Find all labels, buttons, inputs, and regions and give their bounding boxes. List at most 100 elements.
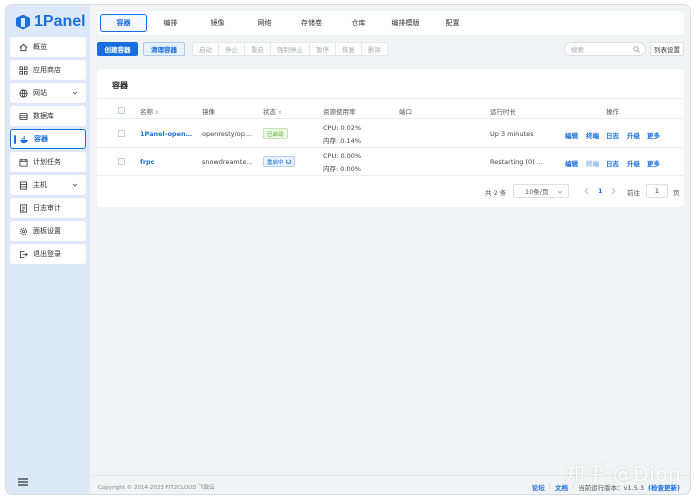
sidebar-item-settings[interactable]: 面板设置: [10, 221, 86, 241]
app-window: 1Panel 概览 应用商店 网站 数据库 容器 计划任务 主机 日志审计 面板…: [6, 5, 690, 494]
sidebar-item-logout[interactable]: 退出登录: [10, 244, 86, 264]
tab-volumes[interactable]: 存储卷: [288, 14, 335, 32]
sidebar-item-label: 计划任务: [33, 158, 61, 166]
sidebar-item-database[interactable]: 数据库: [10, 106, 86, 126]
docker-icon: [20, 135, 29, 144]
tab-repositories[interactable]: 仓库: [335, 14, 382, 32]
logo-text: 1Panel: [34, 13, 86, 30]
logs-link[interactable]: 日志: [606, 158, 619, 168]
prev-page-icon[interactable]: [583, 187, 590, 195]
container-image: openresty/ope...: [202, 130, 254, 138]
watermark: 知乎 @Dion: [565, 462, 682, 486]
tab-networks[interactable]: 网络: [241, 14, 288, 32]
logs-link[interactable]: 日志: [606, 130, 619, 140]
tab-compose[interactable]: 编排: [147, 14, 194, 32]
page-number[interactable]: 1: [598, 187, 603, 195]
total-count: 共 2 条: [485, 189, 507, 197]
upgrade-link[interactable]: 升级: [627, 158, 640, 168]
container-tabs: 容器 编排 镜像 网络 存储卷 仓库 编排模版 配置: [97, 11, 684, 35]
page-suffix: 页: [673, 189, 680, 197]
sidebar-item-appstore[interactable]: 应用商店: [10, 60, 86, 80]
row-checkbox[interactable]: [118, 158, 125, 165]
container-name-link[interactable]: 1Panel-openre...: [140, 130, 195, 138]
batch-actions-group: 启动 停止 重启 强制停止 暂停 恢复 删除: [192, 42, 388, 56]
goto-label: 前往: [627, 189, 640, 197]
sidebar-item-overview[interactable]: 概览: [10, 37, 86, 57]
header-uptime: 运行时长: [490, 108, 516, 116]
header-name[interactable]: 名称 ⇕: [140, 106, 159, 116]
edit-link[interactable]: 编辑: [565, 130, 578, 140]
next-page-icon[interactable]: [610, 187, 617, 195]
sidebar-item-label: 容器: [34, 135, 48, 143]
search-placeholder: 搜索: [571, 46, 584, 54]
cpu-usage: CPU: 0.00%: [323, 152, 362, 160]
terminal-link[interactable]: 终端: [586, 130, 599, 140]
clean-containers-button[interactable]: 清理容器: [143, 42, 185, 56]
divider: [97, 98, 684, 99]
cpu-usage: CPU: 0.02%: [323, 124, 362, 132]
sidebar-nav: 概览 应用商店 网站 数据库 容器 计划任务 主机 日志审计 面板设置 退出登录: [10, 37, 86, 267]
select-all-checkbox[interactable]: [118, 107, 125, 114]
more-link[interactable]: 更多: [647, 158, 660, 168]
tab-config[interactable]: 配置: [429, 14, 476, 32]
logo[interactable]: 1Panel: [16, 12, 86, 32]
restart-button[interactable]: 重启: [245, 42, 271, 56]
delete-button[interactable]: 删除: [362, 42, 388, 56]
goto-page-input[interactable]: 1: [646, 184, 668, 198]
calendar-icon: [19, 158, 28, 167]
stop-button[interactable]: 停止: [219, 42, 245, 56]
container-image: snowdreamtec...: [202, 158, 254, 166]
container-name-link[interactable]: frpc: [140, 158, 195, 166]
header-ops: 操作: [606, 108, 619, 116]
home-icon: [19, 43, 28, 52]
table-header: 名称 ⇕ 镜像 状态 ⇕ 资源使用率 端口 运行时长 操作: [97, 103, 684, 119]
resume-button[interactable]: 恢复: [336, 42, 362, 56]
sidebar: 1Panel 概览 应用商店 网站 数据库 容器 计划任务 主机 日志审计 面板…: [6, 5, 90, 494]
upgrade-link[interactable]: 升级: [627, 130, 640, 140]
chevron-down-icon: [72, 183, 78, 187]
server-icon: [19, 180, 28, 190]
search-icon: [633, 46, 640, 53]
sidebar-item-label: 面板设置: [33, 227, 61, 235]
column-settings-button[interactable]: 列表设置: [650, 42, 684, 56]
status-badge[interactable]: 已启动: [263, 128, 288, 139]
sidebar-item-label: 主机: [33, 181, 47, 189]
status-badge[interactable]: 重启中: [263, 156, 295, 167]
copyright: Copyright © 2014-2023 FIT2CLOUD 飞致云: [98, 485, 215, 491]
toolbar: 创建容器 清理容器 启动 停止 重启 强制停止 暂停 恢复 删除 搜索 列表设置: [97, 42, 684, 60]
header-port: 端口: [399, 108, 412, 116]
sidebar-item-container[interactable]: 容器: [10, 129, 86, 149]
start-button[interactable]: 启动: [192, 42, 219, 56]
table-row: 1Panel-openre... openresty/ope... 已启动 CP…: [97, 120, 684, 148]
chevron-down-icon: [557, 190, 563, 194]
more-link[interactable]: 更多: [647, 130, 660, 140]
header-image: 镜像: [202, 108, 215, 116]
sidebar-item-host[interactable]: 主机: [10, 175, 86, 195]
log-icon: [19, 203, 28, 213]
table-row: frpc snowdreamtec... 重启中 CPU: 0.00% 内存: …: [97, 148, 684, 176]
terminal-link[interactable]: 终端: [586, 158, 599, 168]
tab-compose-templates[interactable]: 编排模版: [382, 14, 429, 32]
edit-link[interactable]: 编辑: [565, 158, 578, 168]
search-input[interactable]: 搜索: [564, 42, 646, 56]
tab-containers[interactable]: 容器: [100, 14, 147, 32]
header-status[interactable]: 状态 ⇕: [263, 106, 282, 116]
container-uptime: Up 3 minutes: [490, 130, 534, 138]
row-checkbox[interactable]: [118, 130, 125, 137]
sidebar-item-label: 概览: [33, 43, 47, 51]
loading-icon: [285, 159, 291, 164]
create-container-button[interactable]: 创建容器: [97, 42, 138, 56]
sidebar-item-website[interactable]: 网站: [10, 83, 86, 103]
force-stop-button[interactable]: 强制停止: [271, 42, 310, 56]
logo-icon: [16, 14, 30, 30]
sidebar-item-cron[interactable]: 计划任务: [10, 152, 86, 172]
sidebar-item-label: 退出登录: [33, 250, 61, 258]
page-size-select[interactable]: 10条/页: [513, 184, 569, 198]
divider: |: [548, 482, 551, 490]
forum-link[interactable]: 论坛: [532, 482, 545, 492]
sidebar-item-log-audit[interactable]: 日志审计: [10, 198, 86, 218]
collapse-menu-icon[interactable]: [18, 478, 28, 486]
pause-button[interactable]: 暂停: [310, 42, 336, 56]
tab-images[interactable]: 镜像: [194, 14, 241, 32]
memory-usage: 内存: 0.14%: [323, 137, 361, 145]
